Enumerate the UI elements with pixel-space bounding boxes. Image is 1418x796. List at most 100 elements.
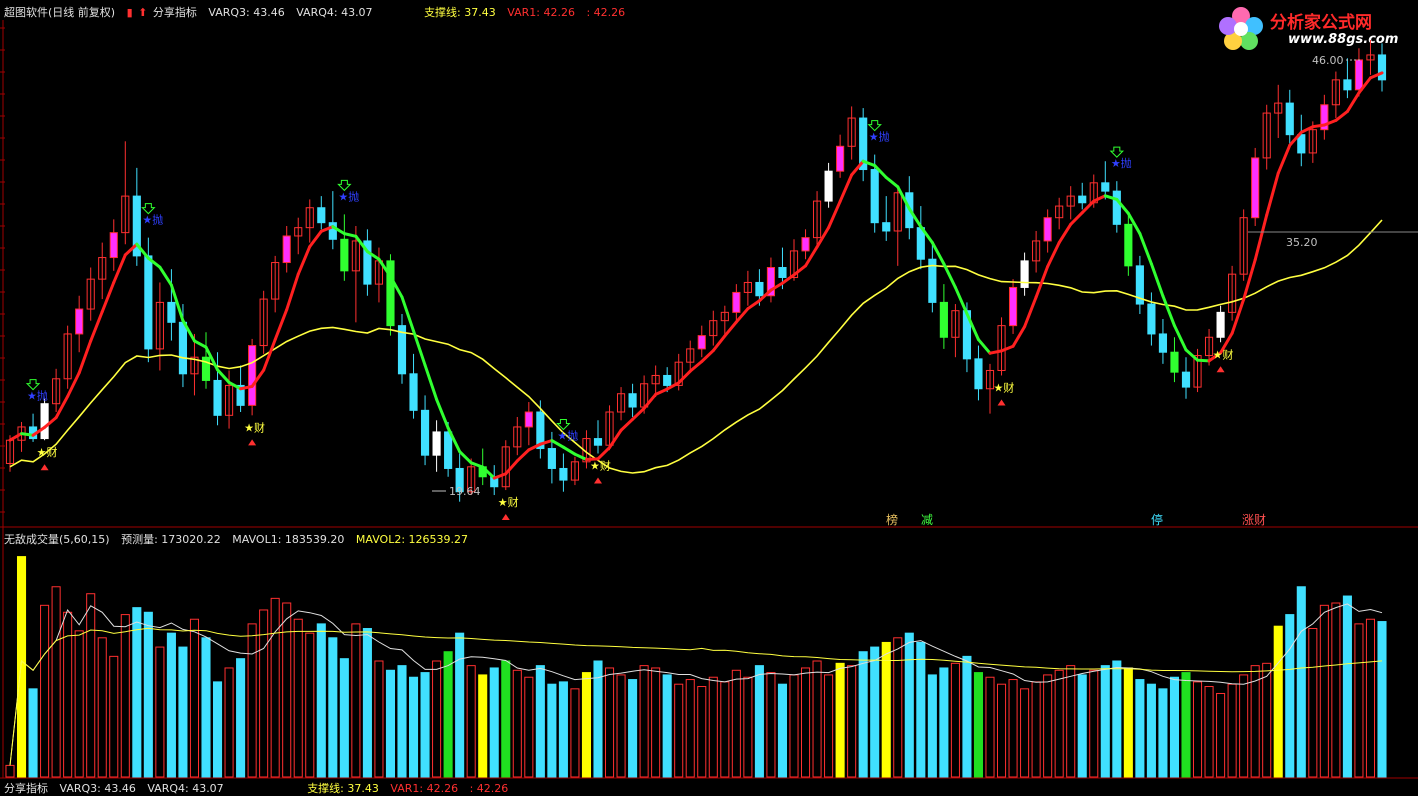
- candle-body: [1343, 79, 1352, 91]
- candle-body: [409, 373, 418, 411]
- candle-body: [1112, 190, 1121, 225]
- fast-ma-segment: [827, 199, 842, 230]
- bottom-varq3: VARQ3: 43.46: [59, 782, 136, 795]
- ma-lines-layer: [8, 71, 1384, 480]
- candle-body: [547, 448, 556, 469]
- candle-body: [732, 291, 741, 313]
- fast-ma-segment: [285, 272, 300, 312]
- volume-bar: [847, 665, 857, 778]
- volume-bar: [1192, 681, 1203, 778]
- volume-bar: [40, 604, 50, 778]
- fast-ma-segment: [54, 394, 70, 420]
- volume-bar: [547, 683, 557, 778]
- sell-signal-label: ★抛: [27, 389, 48, 403]
- candle-body: [1216, 311, 1225, 338]
- up-arrow-icon: [997, 399, 1006, 406]
- volume-bar: [731, 669, 741, 778]
- volume-bar: [893, 637, 903, 778]
- volume-bar: [1146, 683, 1156, 778]
- up-arrow-icon: [40, 464, 49, 471]
- candle-body: [663, 374, 672, 386]
- candle-body: [40, 403, 49, 440]
- volume-bar: [51, 586, 61, 778]
- volume-bar: [708, 676, 718, 778]
- volume-bar: [1043, 674, 1053, 778]
- fast-ma-segment: [1057, 222, 1073, 245]
- sell-signal-label: ★抛: [557, 429, 578, 443]
- fast-ma-segment: [884, 176, 900, 189]
- volume-bar: [489, 667, 499, 778]
- volume-bar: [212, 681, 223, 778]
- tag-zhangcai: 涨财: [1242, 512, 1266, 527]
- volume-bar: [1169, 676, 1180, 778]
- forecast-volume: 预测量: 173020.22: [121, 533, 221, 546]
- volume-bar: [1181, 672, 1191, 778]
- volume-bar: [293, 618, 303, 778]
- bottom-varq4: VARQ4: 43.07: [147, 782, 224, 795]
- candle-body: [340, 238, 349, 272]
- fast-ma-segment: [66, 371, 81, 398]
- volume-bar: [766, 672, 776, 778]
- volume-bar: [201, 637, 211, 778]
- candle-body: [524, 411, 533, 428]
- volume-bar: [1089, 669, 1099, 778]
- volume-bar: [1135, 679, 1145, 778]
- volume-bar: [1239, 674, 1249, 778]
- volume-bar: [1204, 686, 1214, 778]
- volume-bar: [432, 660, 442, 778]
- fast-ma-segment: [1253, 213, 1269, 262]
- volume-bar: [777, 683, 788, 778]
- candle-body: [974, 358, 983, 390]
- volume-bar: [1308, 628, 1318, 778]
- volume-bar: [858, 651, 868, 778]
- fast-ma-segment: [561, 445, 577, 456]
- candle-body: [1020, 260, 1029, 288]
- sell-signal-label: ★抛: [1111, 156, 1132, 170]
- volume-bar: [1008, 679, 1018, 778]
- volume-bar: [224, 667, 234, 778]
- volume-bar: [639, 665, 649, 778]
- volume-bar: [720, 681, 730, 778]
- volume-bar: [362, 628, 372, 778]
- fast-ma-segment: [1265, 171, 1280, 217]
- down-arrow-icon: [867, 120, 882, 132]
- volume-bar: [962, 655, 972, 778]
- fast-ma-segment: [158, 265, 173, 287]
- volume-bar: [904, 632, 914, 778]
- fast-ma-segment: [1149, 262, 1165, 298]
- bottom-var1: VAR1: 42.26: [390, 782, 459, 795]
- volume-bar: [927, 674, 937, 778]
- fast-ma-segment: [458, 450, 473, 465]
- fast-ma-segment: [700, 349, 715, 364]
- volume-bar: [1158, 688, 1168, 778]
- volume-bar: [616, 674, 626, 778]
- volume-bar: [97, 637, 107, 778]
- fast-ma-segment: [1023, 295, 1038, 329]
- volume-header: 无敌成交量(5,60,15) 预测量: 173020.22 MAVOL1: 18…: [4, 531, 476, 547]
- volume-bar: [120, 614, 130, 778]
- candle-body: [697, 335, 706, 350]
- volume-bar: [685, 679, 695, 778]
- high-price-label: 46.00: [1312, 54, 1344, 67]
- volume-bar: [570, 688, 580, 778]
- fast-ma-segment: [1334, 109, 1349, 122]
- buy-signal-label: ★财: [994, 380, 1015, 394]
- fast-ma-segment: [1046, 241, 1061, 269]
- volume-bar: [535, 665, 545, 778]
- candle-body: [755, 281, 764, 297]
- sell-signal-label: ★抛: [142, 213, 163, 227]
- fast-ma-segment: [942, 262, 957, 289]
- fast-ma-segment: [20, 432, 35, 437]
- volume-bar: [512, 669, 522, 778]
- volume-bar: [1054, 669, 1064, 778]
- candle-body: [1251, 157, 1260, 219]
- volume-bar: [743, 676, 753, 778]
- fast-ma-segment: [435, 397, 450, 430]
- up-arrow-icon: [248, 439, 257, 446]
- candle-body: [593, 438, 603, 446]
- fast-ma-segment: [723, 320, 738, 338]
- signals-layer: ★抛 ★财 ★抛 ★财 ★抛 ★财 ★抛 ★财 ★抛 ★财 ★抛 ★财: [25, 120, 1233, 521]
- candle-body: [248, 345, 257, 406]
- volume-bar: [466, 665, 476, 778]
- fast-ma-segment: [688, 360, 704, 373]
